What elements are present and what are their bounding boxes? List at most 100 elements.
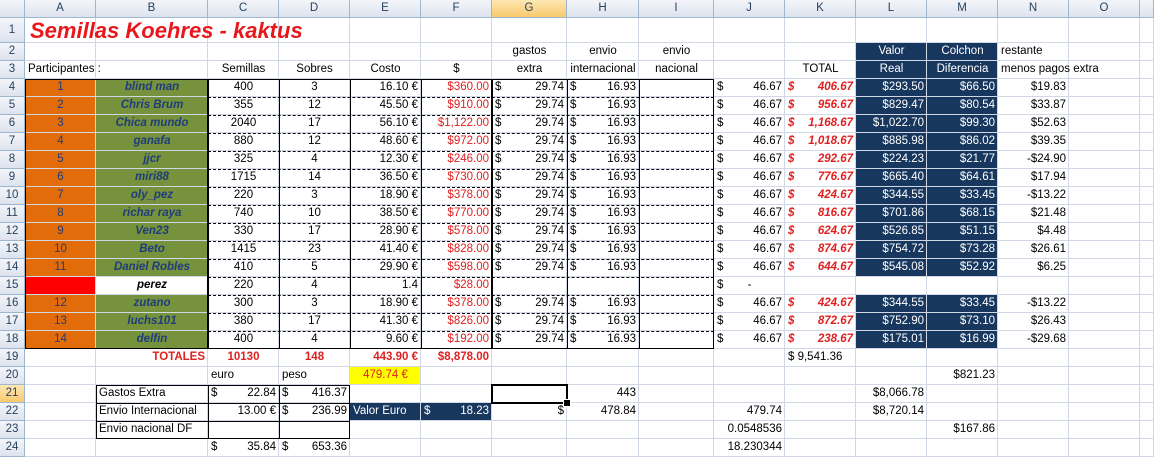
cell-B20[interactable]	[96, 367, 208, 385]
cell-I23[interactable]	[639, 421, 714, 439]
cell-O13[interactable]	[1069, 241, 1140, 259]
cell-A23[interactable]	[25, 421, 96, 439]
cell-O1[interactable]	[1069, 18, 1140, 43]
cell-I17[interactable]	[639, 313, 714, 331]
row-header-3[interactable]: 3	[0, 61, 25, 79]
row-header-20[interactable]: 20	[0, 367, 25, 385]
cell-L1[interactable]	[856, 18, 927, 43]
cell-I10[interactable]	[639, 187, 714, 205]
cell-B24[interactable]	[96, 439, 208, 457]
cell-O7[interactable]	[1069, 133, 1140, 151]
column-header-N[interactable]: N	[998, 0, 1069, 18]
cell-H19[interactable]	[567, 349, 639, 367]
cell-L23[interactable]	[856, 421, 927, 439]
cell-O18[interactable]	[1069, 331, 1140, 349]
cell-I7[interactable]	[639, 133, 714, 151]
row-header-8[interactable]: 8	[0, 151, 25, 169]
cell-K24[interactable]	[785, 439, 856, 457]
row-header-24[interactable]: 24	[0, 439, 25, 457]
cell-M1[interactable]	[927, 18, 998, 43]
cell-O5[interactable]	[1069, 97, 1140, 115]
cell-I24[interactable]	[639, 439, 714, 457]
cell-N21[interactable]	[998, 385, 1069, 403]
cell-O6[interactable]	[1069, 115, 1140, 133]
cell-I18[interactable]	[639, 331, 714, 349]
row-header-15[interactable]: 15	[0, 277, 25, 295]
row-header-2[interactable]: 2	[0, 43, 25, 61]
cell-G24[interactable]	[492, 439, 567, 457]
row-header-11[interactable]: 11	[0, 205, 25, 223]
row-header-17[interactable]: 17	[0, 313, 25, 331]
cell-O17[interactable]	[1069, 313, 1140, 331]
cell-H1[interactable]	[567, 18, 639, 43]
cell-E21[interactable]	[350, 385, 421, 403]
cell-O22[interactable]	[1069, 403, 1140, 421]
row-header-4[interactable]: 4	[0, 79, 25, 97]
column-header-C[interactable]: C	[208, 0, 279, 18]
column-header-M[interactable]: M	[927, 0, 998, 18]
cell-F21[interactable]	[421, 385, 492, 403]
cell-K2[interactable]	[785, 43, 856, 61]
cell-J19[interactable]	[714, 349, 785, 367]
column-header-L[interactable]: L	[856, 0, 927, 18]
cell-I11[interactable]	[639, 205, 714, 223]
cell-N1[interactable]	[998, 18, 1069, 43]
cell-J3[interactable]	[714, 61, 785, 79]
cell-C2[interactable]	[208, 43, 279, 61]
cell-F1[interactable]	[421, 18, 492, 43]
row-header-23[interactable]: 23	[0, 421, 25, 439]
cell-O21[interactable]	[1069, 385, 1140, 403]
cell-L20[interactable]	[856, 367, 927, 385]
cell-K1[interactable]	[785, 18, 856, 43]
cell-E2[interactable]	[350, 43, 421, 61]
cell-N24[interactable]	[998, 439, 1069, 457]
cell-A19[interactable]	[25, 349, 96, 367]
cell-K21[interactable]	[785, 385, 856, 403]
cell-O24[interactable]	[1069, 439, 1140, 457]
cell-G19[interactable]	[492, 349, 567, 367]
cell-N22[interactable]	[998, 403, 1069, 421]
cell-I22[interactable]	[639, 403, 714, 421]
row-header-6[interactable]: 6	[0, 115, 25, 133]
cell-H23[interactable]	[567, 421, 639, 439]
cell-I6[interactable]	[639, 115, 714, 133]
cell-O20[interactable]	[1069, 367, 1140, 385]
cell-O16[interactable]	[1069, 295, 1140, 313]
cell-M24[interactable]	[927, 439, 998, 457]
cell-O12[interactable]	[1069, 223, 1140, 241]
cell-L24[interactable]	[856, 439, 927, 457]
active-cell-G21[interactable]	[491, 384, 568, 404]
row-header-16[interactable]: 16	[0, 295, 25, 313]
column-header-A[interactable]: A	[25, 0, 96, 18]
cell-C23[interactable]	[208, 421, 279, 439]
cell-I8[interactable]	[639, 151, 714, 169]
column-header-G[interactable]: G	[492, 0, 567, 18]
cell-O10[interactable]	[1069, 187, 1140, 205]
cell-D23[interactable]	[279, 421, 350, 439]
cell-A2[interactable]	[25, 43, 96, 61]
cell-I20[interactable]	[639, 367, 714, 385]
cell-J21[interactable]	[714, 385, 785, 403]
cell-I13[interactable]	[639, 241, 714, 259]
cell-O2[interactable]	[1069, 43, 1140, 61]
column-header-H[interactable]: H	[567, 0, 639, 18]
cell-I4[interactable]	[639, 79, 714, 97]
cell-I12[interactable]	[639, 223, 714, 241]
cell-G20[interactable]	[492, 367, 567, 385]
cell-F23[interactable]	[421, 421, 492, 439]
cell-E24[interactable]	[350, 439, 421, 457]
cell-M22[interactable]	[927, 403, 998, 421]
cell-M19[interactable]	[927, 349, 998, 367]
row-header-9[interactable]: 9	[0, 169, 25, 187]
cell-A21[interactable]	[25, 385, 96, 403]
cell-I1[interactable]	[639, 18, 714, 43]
cell-K20[interactable]	[785, 367, 856, 385]
cell-I16[interactable]	[639, 295, 714, 313]
fill-handle[interactable]	[563, 399, 571, 407]
cell-E23[interactable]	[350, 421, 421, 439]
select-all-corner[interactable]	[0, 0, 25, 18]
row-header-18[interactable]: 18	[0, 331, 25, 349]
column-header-I[interactable]: I	[639, 0, 714, 18]
cell-O11[interactable]	[1069, 205, 1140, 223]
cell-N20[interactable]	[998, 367, 1069, 385]
